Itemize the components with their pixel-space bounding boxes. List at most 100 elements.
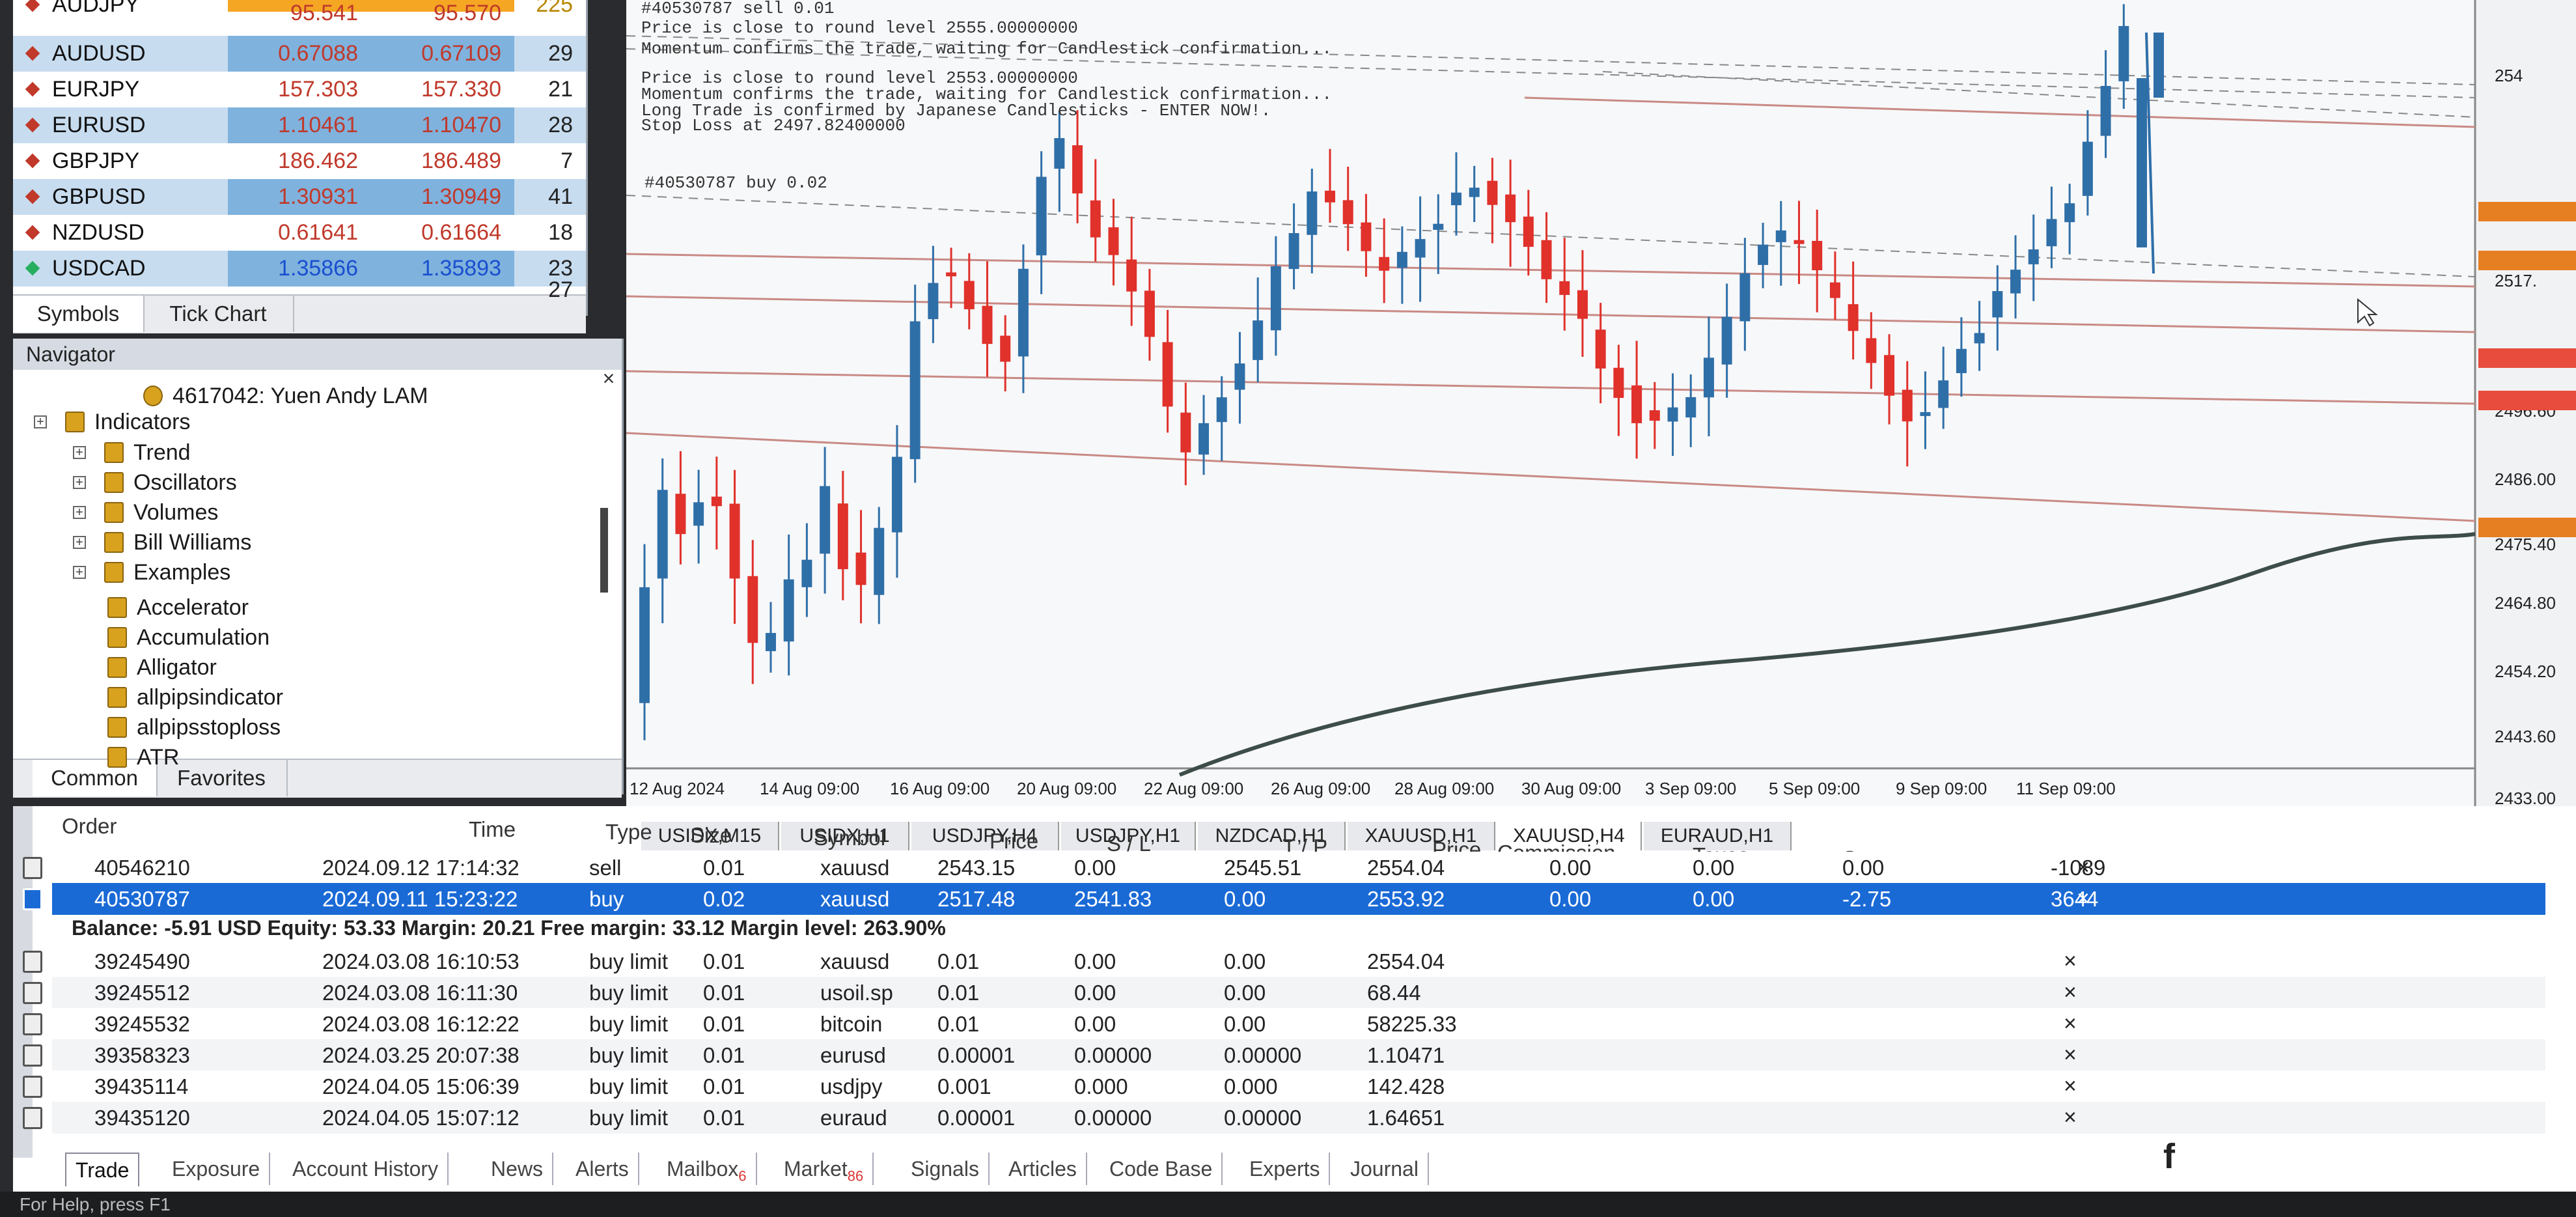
close-icon[interactable]: × bbox=[2064, 1070, 2077, 1102]
cell-order: 40530787 bbox=[94, 887, 190, 911]
column-header[interactable]: Price bbox=[990, 829, 1038, 854]
time-axis-label: 22 Aug 09:00 bbox=[1144, 779, 1243, 798]
cell-price: 0.00001 bbox=[937, 1106, 1016, 1130]
close-icon[interactable]: × bbox=[2064, 1102, 2077, 1134]
navigator-group-bill-williams[interactable]: Bill Williams bbox=[133, 527, 251, 557]
candle-body bbox=[1974, 333, 1985, 344]
navigator-item-atr[interactable]: ATR bbox=[137, 742, 179, 772]
expand-icon[interactable]: + bbox=[73, 506, 86, 519]
close-icon[interactable]: × bbox=[2064, 977, 2077, 1009]
market-row-eurusd[interactable]: EURUSD 1.10461 1.10470 28 bbox=[13, 107, 586, 143]
terminal-tab-experts[interactable]: Experts bbox=[1240, 1153, 1331, 1185]
expand-icon[interactable]: + bbox=[73, 476, 86, 489]
navigator-item-allpipsindicator[interactable]: allpipsindicator bbox=[137, 682, 283, 712]
cell-tp: 0.00 bbox=[1224, 1012, 1266, 1036]
terminal-tab-articles[interactable]: Articles bbox=[999, 1153, 1087, 1185]
terminal-tab-alerts[interactable]: Alerts bbox=[566, 1153, 639, 1185]
spread: 28 bbox=[548, 113, 573, 137]
indicator-icon bbox=[107, 687, 127, 708]
cell-sl: 0.000 bbox=[1074, 1074, 1128, 1098]
candle-body bbox=[783, 579, 794, 642]
cell-size: 0.01 bbox=[703, 1074, 745, 1098]
market-row-nzdusd[interactable]: NZDUSD 0.61641 0.61664 18 bbox=[13, 215, 586, 251]
candle-body bbox=[1848, 304, 1859, 331]
candle-body bbox=[711, 496, 722, 507]
table-row[interactable]: 39245532 2024.03.08 16:12:22 buy limit 0.01… bbox=[23, 1008, 2545, 1040]
table-row[interactable]: 39245512 2024.03.08 16:11:30 buy limit 0.01… bbox=[23, 977, 2545, 1009]
market-row-gbpjpy[interactable]: GBPJPY 186.462 186.489 7 bbox=[13, 143, 586, 179]
expand-icon[interactable]: + bbox=[73, 566, 86, 579]
close-icon[interactable]: × bbox=[599, 368, 618, 389]
close-icon[interactable]: × bbox=[2077, 883, 2090, 915]
navigator-indicators[interactable]: Indicators bbox=[94, 407, 190, 437]
candle-body bbox=[963, 281, 975, 309]
price-axis-label: 2443.60 bbox=[2495, 727, 2556, 746]
tab-tick-chart[interactable]: Tick Chart bbox=[143, 296, 294, 332]
close-icon[interactable]: × bbox=[2064, 945, 2077, 977]
navigator-item-accelerator[interactable]: Accelerator bbox=[137, 593, 249, 622]
candle-body bbox=[1613, 367, 1624, 399]
terminal-tab-signals[interactable]: Signals bbox=[902, 1153, 990, 1185]
navigator-account[interactable]: 4617042: Yuen Andy LAM bbox=[173, 381, 428, 411]
expand-icon[interactable]: + bbox=[73, 536, 86, 549]
candle-body bbox=[657, 490, 668, 579]
table-row[interactable]: 39358323 2024.03.25 20:07:38 buy limit 0.01… bbox=[23, 1039, 2545, 1071]
indicator-icon bbox=[65, 412, 85, 432]
expand-icon[interactable]: + bbox=[73, 446, 86, 459]
cell-tp: 0.00 bbox=[1224, 949, 1266, 973]
price-chart[interactable]: 2496.60 2486.00 2475.40 2464.80 2454.20 2443.… bbox=[626, 0, 2576, 822]
column-header[interactable]: Type bbox=[605, 820, 652, 845]
navigator-item-accumulation[interactable]: Accumulation bbox=[137, 622, 270, 652]
expand-icon[interactable]: + bbox=[34, 415, 47, 428]
candle-body bbox=[1902, 389, 1913, 422]
indicator-icon bbox=[104, 562, 124, 583]
navigator-item-alligator[interactable]: Alligator bbox=[137, 652, 217, 682]
navigator-group-trend[interactable]: Trend bbox=[133, 438, 191, 468]
terminal-tab-mailbox[interactable]: Mailbox6 bbox=[658, 1153, 757, 1185]
market-row-audjpy[interactable]: AUDJPY 95.541 95.570 225 bbox=[13, 0, 586, 25]
candle-body bbox=[1541, 240, 1552, 279]
column-header[interactable]: Symbol bbox=[814, 826, 885, 850]
close-icon[interactable]: × bbox=[2064, 1039, 2077, 1071]
candle-body bbox=[1379, 257, 1390, 271]
close-icon[interactable]: × bbox=[2064, 1008, 2077, 1040]
terminal-tab-market[interactable]: Market86 bbox=[775, 1153, 874, 1185]
table-row[interactable]: 39435120 2024.04.05 15:07:12 buy limit 0.01… bbox=[23, 1102, 2545, 1134]
terminal-tab-exposure[interactable]: Exposure bbox=[163, 1153, 271, 1185]
cell-time: 2024.09.12 17:14:32 bbox=[322, 856, 519, 880]
market-row-eurjpy[interactable]: EURJPY 157.303 157.330 21 bbox=[13, 72, 586, 107]
column-header[interactable]: Size bbox=[690, 823, 732, 848]
tab-label: Market bbox=[784, 1157, 848, 1181]
navigator-item-allpipsstoploss[interactable]: allpipsstoploss bbox=[137, 712, 281, 742]
table-row[interactable]: 39245490 2024.03.08 16:10:53 buy limit 0.01… bbox=[23, 945, 2545, 977]
order-icon bbox=[23, 1044, 42, 1067]
symbol-name: EURJPY bbox=[52, 77, 140, 102]
navigator-scrollbar[interactable] bbox=[600, 508, 608, 593]
navigator-group-volumes[interactable]: Volumes bbox=[133, 497, 218, 527]
tab-symbols[interactable]: Symbols bbox=[13, 296, 145, 332]
column-header[interactable]: Order bbox=[62, 814, 117, 839]
navigator-group-oscillators[interactable]: Oscillators bbox=[133, 468, 237, 497]
price-tag bbox=[2478, 518, 2576, 537]
terminal-tab-trade[interactable]: Trade bbox=[65, 1153, 140, 1186]
close-icon[interactable]: × bbox=[2077, 852, 2090, 884]
symbol-name: GBPJPY bbox=[52, 148, 140, 173]
terminal-tab-journal[interactable]: Journal bbox=[1341, 1153, 1429, 1185]
indicator-icon bbox=[107, 657, 127, 678]
terminal-tab-code-base[interactable]: Code Base bbox=[1100, 1153, 1223, 1185]
watermark-text: @AndyLam3025 bbox=[2204, 1132, 2525, 1180]
time-axis-label: 9 Sep 09:00 bbox=[1896, 779, 1987, 798]
column-header[interactable]: Time bbox=[469, 817, 516, 842]
table-row[interactable]: 40530787 2024.09.11 15:23:22 buy 0.02 xauusd… bbox=[23, 883, 2545, 915]
market-row-audusd[interactable]: AUDUSD 0.67088 0.67109 29 bbox=[13, 36, 586, 72]
table-row[interactable]: 39435114 2024.04.05 15:06:39 buy limit 0.01… bbox=[23, 1070, 2545, 1102]
candlestick-chart[interactable]: 2496.602486.002475.402464.802454.202443.… bbox=[626, 0, 2576, 822]
candle-body bbox=[2064, 203, 2075, 223]
terminal-tab-news[interactable]: News bbox=[482, 1153, 554, 1185]
navigator-group-examples[interactable]: Examples bbox=[133, 557, 230, 587]
table-row[interactable]: 40546210 2024.09.12 17:14:32 sell 0.01 xauus… bbox=[23, 852, 2545, 884]
market-row-usdcad[interactable]: USDCAD 1.35866 1.35893 23 bbox=[13, 251, 586, 287]
terminal-tab-account-history[interactable]: Account History bbox=[283, 1153, 449, 1185]
market-row-gbpusd[interactable]: GBPUSD 1.30931 1.30949 41 bbox=[13, 179, 586, 215]
cell-taxes: 0.00 bbox=[1693, 887, 1735, 911]
